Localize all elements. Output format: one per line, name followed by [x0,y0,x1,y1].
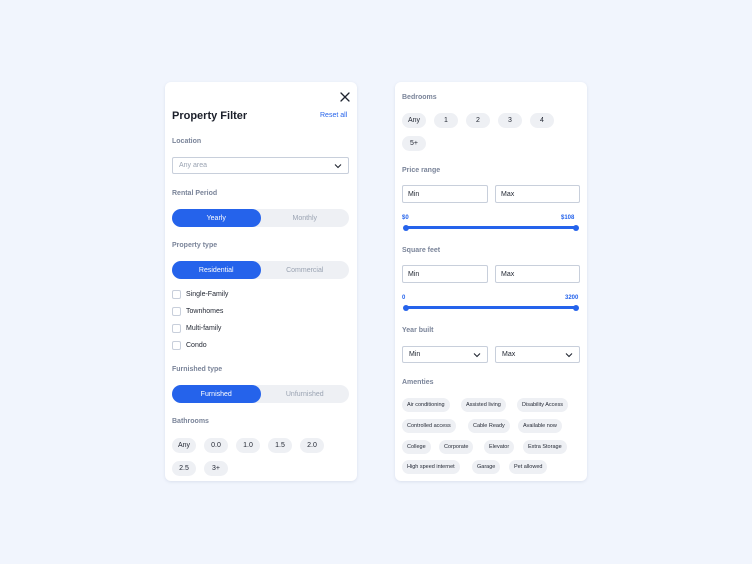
bathroom-chip-2-5[interactable]: 2.5 [172,461,196,476]
bathroom-chip-3-plus[interactable]: 3+ [204,461,228,476]
amenity-chip[interactable]: Extra Storage [523,440,567,454]
rental-period-label: Rental Period [172,190,218,197]
checkbox[interactable] [172,290,181,299]
bathroom-chip-any[interactable]: Any [172,438,196,453]
amenity-chip[interactable]: Garage [472,460,501,474]
bedroom-chip-5-plus[interactable]: 5+ [402,136,426,151]
checkbox-single-family[interactable]: Single-Family [172,290,228,299]
bathroom-chip-2-0[interactable]: 2.0 [300,438,324,453]
year-max-select[interactable]: Max [495,346,580,363]
checkbox[interactable] [172,341,181,350]
bedroom-chip-any[interactable]: Any [402,113,426,128]
checkbox-townhomes[interactable]: Townhomes [172,307,223,316]
bedroom-chip-4[interactable]: 4 [530,113,554,128]
amenity-chip[interactable]: Air conditioning [402,398,450,412]
rental-period-toggle: Yearly Monthly [172,209,349,227]
checkbox[interactable] [172,324,181,333]
bathroom-chip-1-0[interactable]: 1.0 [236,438,260,453]
price-max-input[interactable]: Max [495,185,580,203]
price-slider-max-handle[interactable] [573,224,579,231]
chevron-down-icon [334,163,342,168]
chevron-down-icon [473,352,481,357]
amenity-chip[interactable]: Assisted living [461,398,506,412]
amenity-chip[interactable]: Cable Ready [468,419,510,433]
year-max-value: Max [502,351,516,358]
sqft-max-value: 3200 [565,295,579,301]
rental-monthly-option[interactable]: Monthly [261,209,350,227]
sqft-min-input[interactable]: Min [402,265,488,283]
sqft-slider-min-handle[interactable] [403,304,409,311]
property-details-panel: Bedrooms Any 1 2 3 4 5+ Price range Min … [395,82,587,481]
page-title: Property Filter [172,110,248,122]
close-icon[interactable] [339,91,351,103]
property-type-toggle: Residential Commercial [172,261,349,279]
amenity-chip[interactable]: Available now [518,419,562,433]
price-slider-track[interactable] [405,226,576,229]
checkbox-label: Multi-family [186,325,222,332]
amenity-chip[interactable]: Controlled access [402,419,456,433]
year-min-value: Min [409,351,421,358]
amenity-chip[interactable]: College [402,440,431,454]
checkbox-label: Condo [186,342,207,349]
bedroom-chip-2[interactable]: 2 [466,113,490,128]
price-slider-min-handle[interactable] [403,224,409,231]
square-feet-label: Square feet [402,247,441,254]
price-min-input[interactable]: Min [402,185,488,203]
location-placeholder: Any area [179,162,208,169]
price-range-label: Price range [402,167,441,174]
price-max-value: $108 [561,215,575,221]
year-min-select[interactable]: Min [402,346,488,363]
location-select[interactable]: Any area [172,157,349,174]
price-min-value: $0 [402,215,409,221]
amenity-chip[interactable]: High speed internet [402,460,460,474]
bedroom-chip-3[interactable]: 3 [498,113,522,128]
bathroom-chip-0-0[interactable]: 0.0 [204,438,228,453]
reset-all-link[interactable]: Reset all [320,112,347,119]
unfurnished-option[interactable]: Unfurnished [261,385,350,403]
bathrooms-label: Bathrooms [172,418,209,425]
furnished-option[interactable]: Furnished [172,385,261,403]
sqft-max-input[interactable]: Max [495,265,580,283]
sqft-slider-track[interactable] [405,306,576,309]
sqft-slider-max-handle[interactable] [573,304,579,311]
bedroom-chip-1[interactable]: 1 [434,113,458,128]
checkbox-condo[interactable]: Condo [172,341,207,350]
amenities-label: Amenties [402,379,434,386]
chevron-down-icon [565,352,573,357]
amenity-chip[interactable]: Pet allowed [509,460,548,474]
amenity-chip[interactable]: Corporate [439,440,474,454]
amenity-chip[interactable]: Disability Access [517,398,568,412]
furnished-type-label: Furnished type [172,366,223,373]
furnished-toggle: Furnished Unfurnished [172,385,349,403]
property-type-label: Property type [172,242,218,249]
sqft-min-value: 0 [402,295,406,301]
year-built-label: Year built [402,327,434,334]
bedrooms-label: Bedrooms [402,94,437,101]
checkbox[interactable] [172,307,181,316]
property-residential-option[interactable]: Residential [172,261,261,279]
location-label: Location [172,138,202,145]
property-filter-panel: Property Filter Reset all Location Any a… [165,82,357,481]
checkbox-label: Townhomes [186,308,224,315]
bathroom-chip-1-5[interactable]: 1.5 [268,438,292,453]
checkbox-label: Single-Family [186,291,229,298]
checkbox-multi-family[interactable]: Multi-family [172,324,221,333]
amenity-chip[interactable]: Elevator [484,440,515,454]
rental-yearly-option[interactable]: Yearly [172,209,261,227]
property-commercial-option[interactable]: Commercial [261,261,350,279]
